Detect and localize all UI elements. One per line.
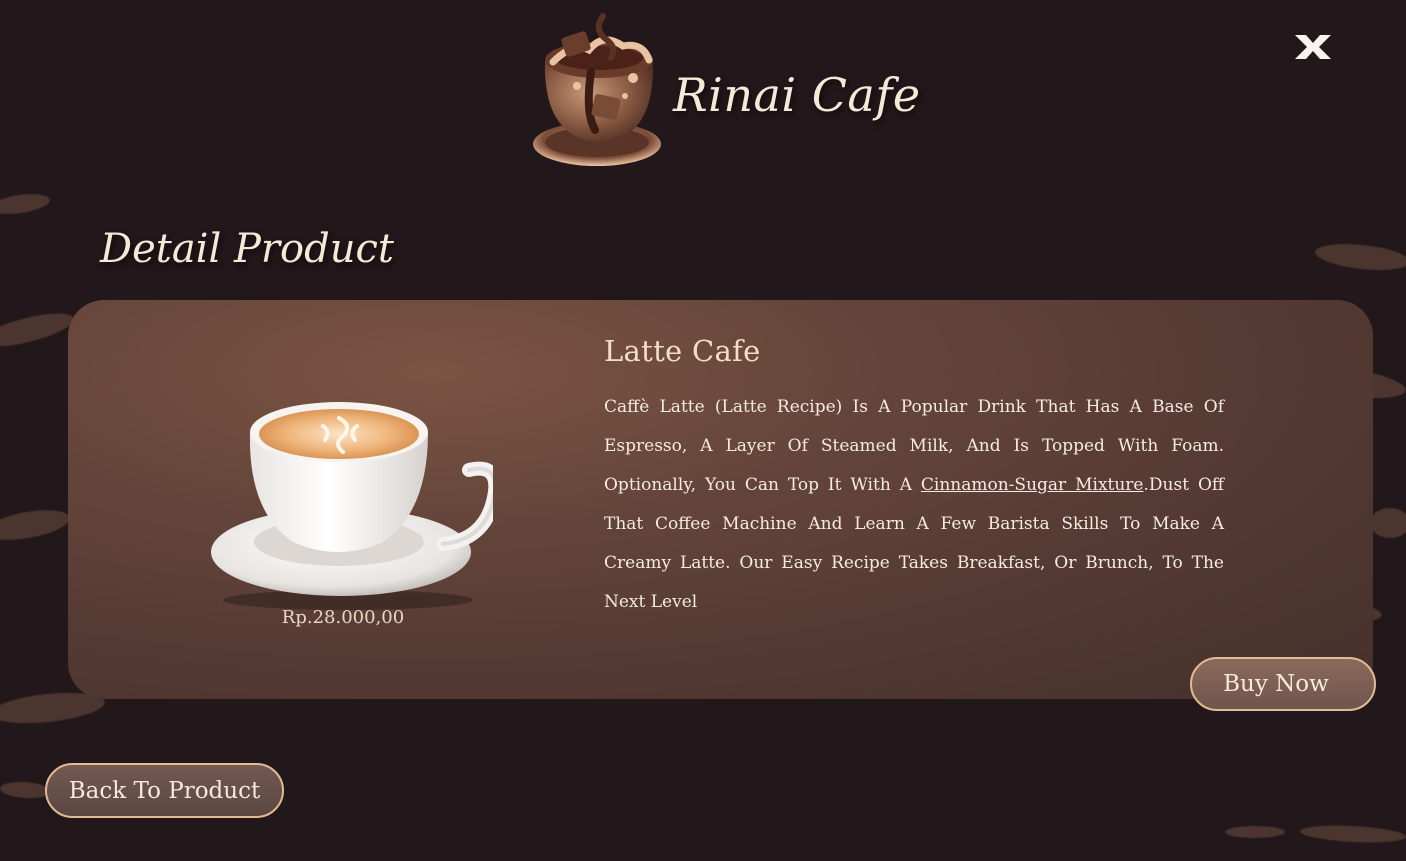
description-text: .Dust Off That Coffee Machine And Learn … [604,475,1224,612]
background-bean-decoration [0,504,72,546]
background-bean-decoration [0,780,51,800]
background-bean-decoration [0,190,51,218]
product-price: Rp.28.000,00 [281,607,405,628]
background-bean-decoration [1314,240,1406,274]
product-name: Latte Cafe [604,334,761,368]
product-description: Caffè Latte (Latte Recipe) Is A Popular … [604,388,1224,622]
brand-name: Rinai Cafe [673,68,921,122]
close-icon[interactable] [1292,33,1334,61]
background-bean-decoration [0,306,77,354]
product-detail-card: Rp.28.000,00 Latte Cafe Caffè Latte (Lat… [68,300,1373,699]
page-title: Detail Product [100,226,394,272]
background-bean-decoration [1225,826,1285,838]
cinnamon-sugar-link[interactable]: Cinnamon-Sugar Mixture [921,475,1144,495]
background-bean-decoration [1299,823,1406,845]
background-bean-decoration [1370,508,1406,538]
back-to-product-button[interactable]: Back To Product [45,763,284,818]
buy-now-button[interactable]: Buy Now [1190,657,1376,711]
coffee-cup-logo-icon [533,13,661,166]
latte-cup-image [211,402,493,610]
